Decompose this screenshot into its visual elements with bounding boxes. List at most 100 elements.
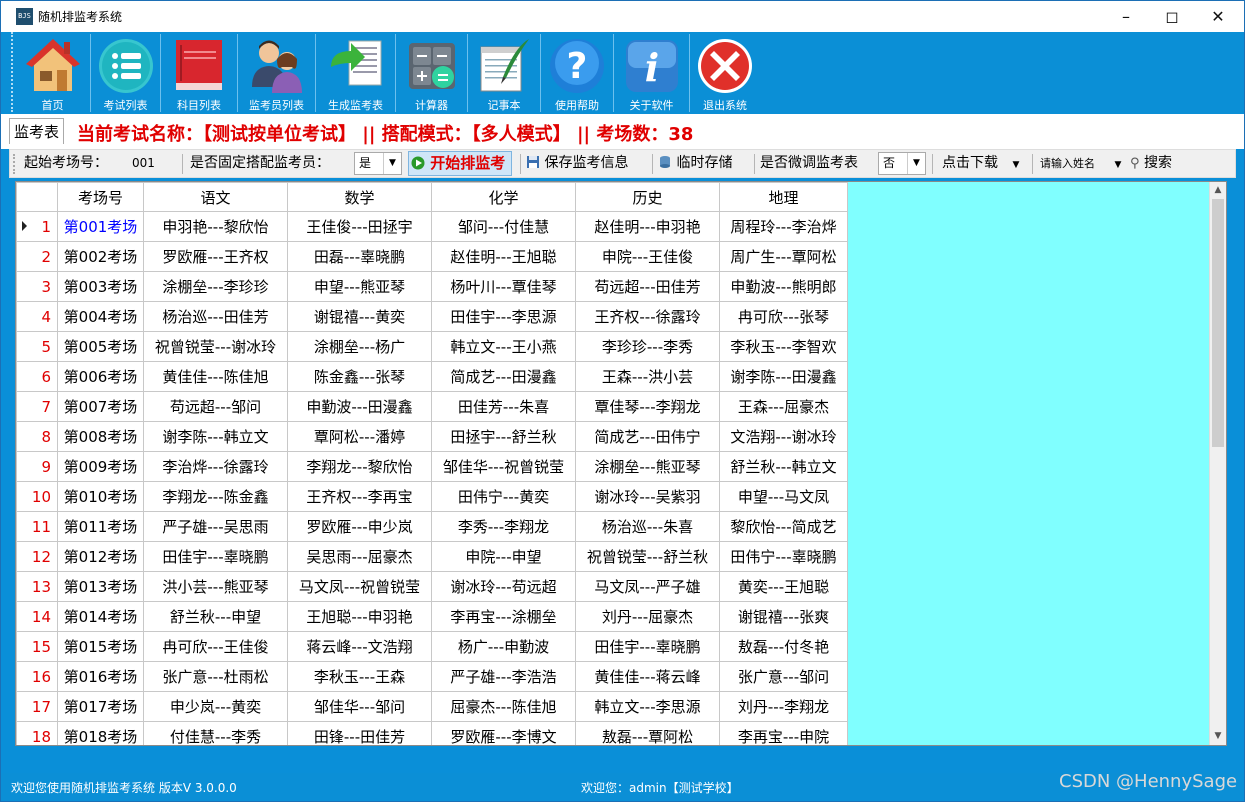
invigilator-pair-cell[interactable]: 邹佳华---祝曾锐莹: [431, 451, 576, 482]
invigilator-pair-cell[interactable]: 马文凤---祝曾锐莹: [287, 571, 432, 602]
toolbar-exam-list-button[interactable]: 考试列表: [91, 34, 161, 112]
table-row[interactable]: 16 第016考场 张广意---杜雨松 李秋玉---王森 严子雄---李浩浩 黄佳佳---…: [16, 661, 848, 692]
toolbar-generate-table-button[interactable]: 生成监考表: [316, 34, 396, 112]
invigilator-pair-cell[interactable]: 冉可欣---王佳俊: [143, 631, 288, 662]
invigilator-pair-cell[interactable]: 王森---屈豪杰: [719, 391, 848, 422]
vertical-scrollbar[interactable]: ▲ ▼: [1209, 182, 1226, 745]
row-header[interactable]: 4: [16, 301, 58, 332]
invigilator-pair-cell[interactable]: 黎欣怡---简成艺: [719, 511, 848, 542]
invigilator-pair-cell[interactable]: 冉可欣---张琴: [719, 301, 848, 332]
invigilator-pair-cell[interactable]: 田佳宇---李思源: [431, 301, 576, 332]
invigilator-pair-cell[interactable]: 李秀---李翔龙: [431, 511, 576, 542]
room-cell[interactable]: 第008考场: [57, 421, 144, 452]
invigilator-pair-cell[interactable]: 田佳芳---朱喜: [431, 391, 576, 422]
invigilator-pair-cell[interactable]: 苟远超---田佳芳: [575, 271, 720, 302]
table-row[interactable]: 13 第013考场 洪小芸---熊亚琴 马文凤---祝曾锐莹 谢冰玲---苟远超 马文凤-…: [16, 571, 848, 602]
invigilator-pair-cell[interactable]: 涂棚垒---李珍珍: [143, 271, 288, 302]
invigilator-pair-cell[interactable]: 申望---马文凤: [719, 481, 848, 512]
save-info-button[interactable]: 保存监考信息: [526, 150, 628, 177]
invigilator-pair-cell[interactable]: 舒兰秋---韩立文: [719, 451, 848, 482]
invigilator-pair-cell[interactable]: 涂棚垒---杨广: [287, 331, 432, 362]
invigilator-pair-cell[interactable]: 简成艺---田伟宁: [575, 421, 720, 452]
row-header[interactable]: 14: [16, 601, 58, 632]
table-row[interactable]: 12 第012考场 田佳宇---辜晓鹏 吴思雨---屈豪杰 申院---申望 祝曾锐莹---…: [16, 541, 848, 572]
invigilator-pair-cell[interactable]: 邹佳华---邹问: [287, 691, 432, 722]
table-row[interactable]: 10 第010考场 李翔龙---陈金鑫 王齐权---李再宝 田伟宁---黄奕 谢冰玲---…: [16, 481, 848, 512]
room-cell[interactable]: 第006考场: [57, 361, 144, 392]
invigilator-pair-cell[interactable]: 简成艺---田漫鑫: [431, 361, 576, 392]
invigilator-pair-cell[interactable]: 谢锟禧---黄奕: [287, 301, 432, 332]
row-header[interactable]: 10: [16, 481, 58, 512]
tab-invigilation-table[interactable]: 监考表: [9, 118, 65, 144]
invigilator-pair-cell[interactable]: 田伟宁---辜晓鹏: [719, 541, 848, 572]
invigilator-pair-cell[interactable]: 谢锟禧---张爽: [719, 601, 848, 632]
search-button[interactable]: ⚲ 搜索: [1130, 150, 1172, 177]
room-cell[interactable]: 第009考场: [57, 451, 144, 482]
row-header[interactable]: 16: [16, 661, 58, 692]
scroll-thumb[interactable]: [1212, 199, 1224, 447]
invigilator-pair-cell[interactable]: 田伟宁---黄奕: [431, 481, 576, 512]
toolbar-calculator-button[interactable]: 计算器: [396, 34, 468, 112]
table-row[interactable]: 9 第009考场 李治烨---徐露玲 李翔龙---黎欣怡 邹佳华---祝曾锐莹 涂棚垒--…: [16, 451, 848, 482]
invigilator-pair-cell[interactable]: 申院---申望: [431, 541, 576, 572]
invigilator-pair-cell[interactable]: 张广意---杜雨松: [143, 661, 288, 692]
invigilator-pair-cell[interactable]: 洪小芸---熊亚琴: [143, 571, 288, 602]
invigilator-pair-cell[interactable]: 罗欧雁---李博文: [431, 721, 576, 745]
invigilator-pair-cell[interactable]: 田锋---田佳芳: [287, 721, 432, 745]
invigilator-pair-cell[interactable]: 申院---王佳俊: [575, 241, 720, 272]
table-row[interactable]: 6 第006考场 黄佳佳---陈佳旭 陈金鑫---张琴 简成艺---田漫鑫 王森---洪小…: [16, 361, 848, 392]
row-header[interactable]: 12: [16, 541, 58, 572]
table-row[interactable]: 5 第005考场 祝曾锐莹---谢冰玲 涂棚垒---杨广 韩立文---王小燕 李珍珍---…: [16, 331, 848, 362]
column-header[interactable]: 地理: [719, 182, 848, 212]
download-button[interactable]: 点击下载 ▼: [942, 150, 1019, 177]
table-row[interactable]: 15 第015考场 冉可欣---王佳俊 蒋云峰---文浩翔 杨广---申勤波 田佳宇---…: [16, 631, 848, 662]
invigilator-pair-cell[interactable]: 田佳宇---辜晓鹏: [575, 631, 720, 662]
invigilator-pair-cell[interactable]: 王旭聪---申羽艳: [287, 601, 432, 632]
room-cell[interactable]: 第013考场: [57, 571, 144, 602]
column-header[interactable]: 数学: [287, 182, 432, 212]
name-search-input[interactable]: 请输入姓名 ▼: [1040, 150, 1121, 177]
invigilator-pair-cell[interactable]: 谢冰玲---苟远超: [431, 571, 576, 602]
table-row[interactable]: 17 第017考场 申少岚---黄奕 邹佳华---邹问 屈豪杰---陈佳旭 韩立文---李…: [16, 691, 848, 722]
invigilator-pair-cell[interactable]: 申少岚---黄奕: [143, 691, 288, 722]
table-row[interactable]: 1 第001考场 申羽艳---黎欣怡 王佳俊---田拯宇 邹问---付佳慧 赵佳明---申…: [16, 211, 848, 242]
row-header[interactable]: 11: [16, 511, 58, 542]
invigilator-pair-cell[interactable]: 严子雄---李浩浩: [431, 661, 576, 692]
toolbar-notepad-button[interactable]: 记事本: [468, 34, 541, 112]
invigilator-pair-cell[interactable]: 王佳俊---田拯宇: [287, 211, 432, 242]
room-cell[interactable]: 第017考场: [57, 691, 144, 722]
invigilator-pair-cell[interactable]: 王齐权---李再宝: [287, 481, 432, 512]
invigilator-pair-cell[interactable]: 祝曾锐莹---谢冰玲: [143, 331, 288, 362]
invigilator-pair-cell[interactable]: 李再宝---涂棚垒: [431, 601, 576, 632]
row-header[interactable]: 13: [16, 571, 58, 602]
invigilator-pair-cell[interactable]: 马文凤---严子雄: [575, 571, 720, 602]
invigilator-pair-cell[interactable]: 李再宝---申院: [719, 721, 848, 745]
invigilator-pair-cell[interactable]: 李珍珍---李秀: [575, 331, 720, 362]
invigilator-pair-cell[interactable]: 苟远超---邹问: [143, 391, 288, 422]
room-cell[interactable]: 第001考场: [57, 211, 144, 242]
toolbar-home-button[interactable]: 首页: [15, 34, 91, 112]
row-header[interactable]: 18: [16, 721, 58, 745]
row-header[interactable]: 5: [16, 331, 58, 362]
room-cell[interactable]: 第016考场: [57, 661, 144, 692]
invigilator-pair-cell[interactable]: 李治烨---徐露玲: [143, 451, 288, 482]
close-window-button[interactable]: ✕: [1195, 1, 1241, 32]
invigilator-pair-cell[interactable]: 赵佳明---王旭聪: [431, 241, 576, 272]
invigilator-pair-cell[interactable]: 张广意---邹问: [719, 661, 848, 692]
invigilator-pair-cell[interactable]: 田磊---辜晓鹏: [287, 241, 432, 272]
toolbar-exit-button[interactable]: 退出系统: [690, 34, 760, 112]
table-row[interactable]: 4 第004考场 杨治巡---田佳芳 谢锟禧---黄奕 田佳宇---李思源 王齐权---徐…: [16, 301, 848, 332]
invigilator-pair-cell[interactable]: 覃佳琴---李翔龙: [575, 391, 720, 422]
invigilator-pair-cell[interactable]: 祝曾锐莹---舒兰秋: [575, 541, 720, 572]
row-header[interactable]: 9: [16, 451, 58, 482]
column-header[interactable]: 历史: [575, 182, 720, 212]
scroll-down-icon[interactable]: ▼: [1210, 728, 1226, 745]
room-cell[interactable]: 第015考场: [57, 631, 144, 662]
column-header[interactable]: 语文: [143, 182, 288, 212]
invigilator-pair-cell[interactable]: 申勤波---田漫鑫: [287, 391, 432, 422]
invigilator-pair-cell[interactable]: 陈金鑫---张琴: [287, 361, 432, 392]
invigilator-pair-cell[interactable]: 覃阿松---潘婷: [287, 421, 432, 452]
invigilator-pair-cell[interactable]: 田拯宇---舒兰秋: [431, 421, 576, 452]
row-header[interactable]: 8: [16, 421, 58, 452]
invigilator-pair-cell[interactable]: 李秋玉---王森: [287, 661, 432, 692]
